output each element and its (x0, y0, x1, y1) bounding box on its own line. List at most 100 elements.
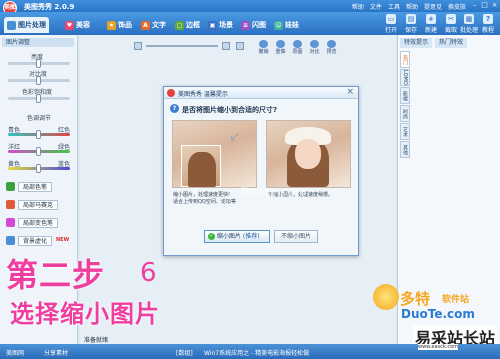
shrink-preview-image[interactable]: ↙ (172, 120, 257, 188)
photo-icon (7, 20, 16, 30)
tutorial-label: 教程 (481, 27, 494, 34)
gift-icon: ★ (107, 20, 116, 30)
menu-item-help[interactable]: 帮助 (352, 2, 364, 11)
save-button[interactable]: ▤ 保存 (402, 14, 420, 34)
compare-button[interactable]: 对比 (307, 40, 322, 55)
tutorial-button[interactable]: ? 教程 (479, 14, 497, 34)
original-preview-image[interactable] (266, 120, 351, 188)
slider-knob[interactable] (36, 76, 41, 85)
original-button[interactable]: 原图 (290, 40, 305, 55)
status-share-link[interactable]: 分享素材 (44, 348, 68, 357)
open-label: 打开 (384, 27, 397, 34)
magenta-green-slider[interactable] (8, 147, 70, 156)
blur-icon (6, 236, 15, 245)
brightness-slider[interactable] (8, 59, 70, 68)
new-badge: NEW (56, 237, 70, 243)
new-button[interactable]: + 新建 (422, 14, 440, 34)
scissors-icon: ✂ (446, 14, 456, 24)
photo-hair (188, 152, 216, 187)
new-icon: + (426, 14, 436, 24)
preview-button[interactable]: 预览 (324, 40, 339, 55)
status-zoom: [数组] (176, 350, 193, 357)
menu-item-tools[interactable]: 工具 (388, 2, 400, 11)
tab-doll[interactable]: ☺ 娃娃 (271, 17, 302, 33)
frame-icon: ▢ (175, 20, 184, 30)
status-hint: 准备就绪 (84, 337, 109, 344)
scene-icon: ▣ (208, 20, 217, 30)
mosaic-icon (6, 200, 15, 209)
tab-effect-tips[interactable]: 特效提示 (400, 38, 433, 48)
undo-label: 撤销 (258, 49, 269, 55)
local-color-pen-button[interactable]: 局部色笔 (6, 181, 62, 192)
category-lomo[interactable]: LOMO (400, 69, 410, 86)
maximize-icon[interactable]: □ (480, 1, 489, 10)
effects-tabs: 特效提示 热门特效 (400, 38, 498, 48)
tab-label: 场景 (219, 21, 233, 29)
tab-text[interactable]: A 文字 (138, 17, 169, 33)
zoom-in-icon[interactable] (222, 42, 230, 50)
tab-hot-effects[interactable]: 热门特效 (435, 38, 468, 48)
preview-icon (327, 40, 336, 48)
effect-label: 局部色笔 (18, 181, 53, 192)
slider-knob[interactable] (36, 94, 41, 103)
slider-knob[interactable] (36, 59, 41, 68)
recolor-icon (6, 218, 15, 227)
undo-button[interactable]: 撤销 (256, 40, 271, 55)
compare-icon (310, 40, 319, 48)
saturation-slider[interactable] (8, 94, 70, 103)
category-other[interactable]: 其他 (400, 141, 410, 158)
tab-label: 图片处理 (18, 21, 46, 29)
status-app-link[interactable]: 美图网 (6, 348, 24, 357)
question-icon: ? (170, 104, 179, 113)
redo-button[interactable]: 重做 (273, 40, 288, 55)
tab-scene[interactable]: ▣ 场景 (205, 17, 236, 33)
slider-knob[interactable] (36, 164, 41, 173)
open-button[interactable]: ▭ 打开 (382, 14, 400, 34)
category-fashion[interactable]: 时尚 (400, 105, 410, 122)
category-hot[interactable]: 热门 (400, 51, 410, 68)
watermark-site-url: www.easck.com (418, 344, 459, 350)
local-recolor-button[interactable]: 局部变色笔 (6, 217, 62, 228)
menu-item-feedback[interactable]: 提意见 (424, 2, 442, 11)
zoom-out-icon[interactable] (134, 42, 142, 50)
check-icon: ✓ (208, 233, 215, 240)
zoom-slider[interactable] (146, 45, 218, 47)
tab-beauty[interactable]: ♥ 美容 (62, 17, 93, 33)
tab-flash[interactable]: ≡ 闪图 (238, 17, 269, 33)
capture-button[interactable]: ✂ 截取 (442, 14, 460, 34)
slider-knob[interactable] (36, 130, 41, 139)
category-art[interactable]: 艺术 (400, 123, 410, 140)
tab-label: 娃娃 (285, 21, 299, 29)
dialog-titlebar: 美图秀秀 温馨提示 × (164, 87, 358, 99)
menu-item-file[interactable]: 文件 (370, 2, 382, 11)
slider-knob[interactable] (36, 147, 41, 156)
batch-button[interactable]: ▦ 批处理 (460, 14, 478, 34)
menu-item-skin[interactable]: 换皮肤 (448, 2, 466, 11)
heart-icon: ♥ (65, 20, 74, 30)
local-mosaic-button[interactable]: 局部马赛克 (6, 199, 62, 210)
menu-item-help2[interactable]: 帮助 (406, 2, 418, 11)
background-blur-button[interactable]: 背景虚化 (6, 235, 62, 246)
effect-label: 背景虚化 (18, 235, 53, 246)
status-news[interactable]: Win7系统应用之 - 精美电影海报轻松做 (204, 348, 309, 357)
cyan-red-slider[interactable] (8, 130, 70, 139)
yellow-blue-slider[interactable] (8, 164, 70, 173)
minimize-icon[interactable]: – (470, 1, 479, 10)
pen-icon (6, 182, 15, 191)
fit-icon[interactable] (236, 42, 244, 50)
no-shrink-button[interactable]: 不缩小图片 (274, 230, 318, 243)
photo-face (295, 139, 321, 169)
tab-accessories[interactable]: ★ 饰品 (104, 17, 135, 33)
contrast-slider[interactable] (8, 76, 70, 85)
batch-label: 批处理 (460, 27, 479, 34)
batch-icon: ▦ (464, 14, 474, 24)
dialog-close-icon[interactable]: × (346, 87, 354, 97)
close-icon[interactable]: × (490, 1, 499, 10)
category-studio[interactable]: 影楼 (400, 87, 410, 104)
preview-label: 预览 (326, 49, 337, 55)
tab-photo-edit[interactable]: 图片处理 (4, 17, 49, 33)
shrink-image-button[interactable]: ✓ 缩小图片 (推荐) (204, 230, 270, 243)
new-label: 新建 (424, 27, 437, 34)
tab-frame[interactable]: ▢ 边框 (172, 17, 203, 33)
tab-label: 饰品 (118, 21, 132, 29)
